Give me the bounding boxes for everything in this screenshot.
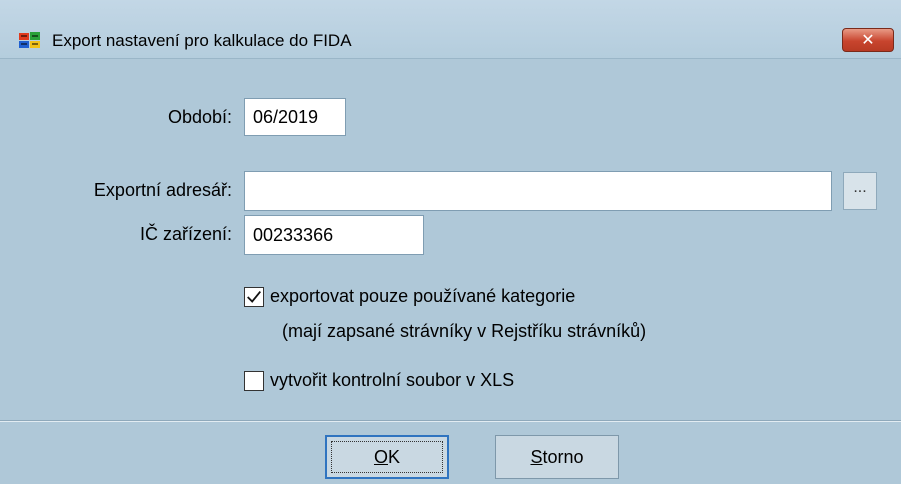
- adresar-field[interactable]: [244, 171, 832, 211]
- storno-label: Storno: [530, 446, 584, 467]
- browse-label: ...: [853, 179, 867, 196]
- ok-button[interactable]: OK: [325, 435, 449, 479]
- only-used-label[interactable]: exportovat pouze používané kategorie: [270, 286, 575, 307]
- browse-button[interactable]: ...: [843, 172, 877, 210]
- obdobi-value: 06/2019: [253, 106, 319, 127]
- app-icon: [19, 32, 40, 48]
- ic-label: IČ zařízení:: [139, 224, 232, 244]
- footer-separator: [0, 420, 901, 422]
- xls-checkbox[interactable]: [244, 371, 264, 391]
- export-dialog: Export nastavení pro kalkulace do FIDA ✕…: [0, 0, 901, 484]
- obdobi-field[interactable]: 06/2019: [244, 98, 346, 136]
- only-used-note: (mají zapsané strávníky v Rejstříku strá…: [282, 321, 647, 341]
- only-used-checkbox[interactable]: [244, 287, 264, 307]
- adresar-label: Exportní adresář:: [93, 180, 232, 200]
- close-icon: ✕: [861, 32, 875, 49]
- title-bar[interactable]: Export nastavení pro kalkulace do FIDA ✕: [0, 0, 901, 59]
- ic-field[interactable]: 00233366: [244, 215, 424, 255]
- storno-button[interactable]: Storno: [495, 435, 619, 479]
- check-icon: [247, 291, 261, 303]
- window-title: Export nastavení pro kalkulace do FIDA: [52, 31, 352, 50]
- ic-value: 00233366: [253, 224, 334, 245]
- focus-rect: [331, 441, 443, 473]
- obdobi-label: Období:: [167, 107, 232, 127]
- close-button[interactable]: ✕: [842, 28, 894, 52]
- xls-label[interactable]: vytvořit kontrolní soubor v XLS: [270, 370, 514, 391]
